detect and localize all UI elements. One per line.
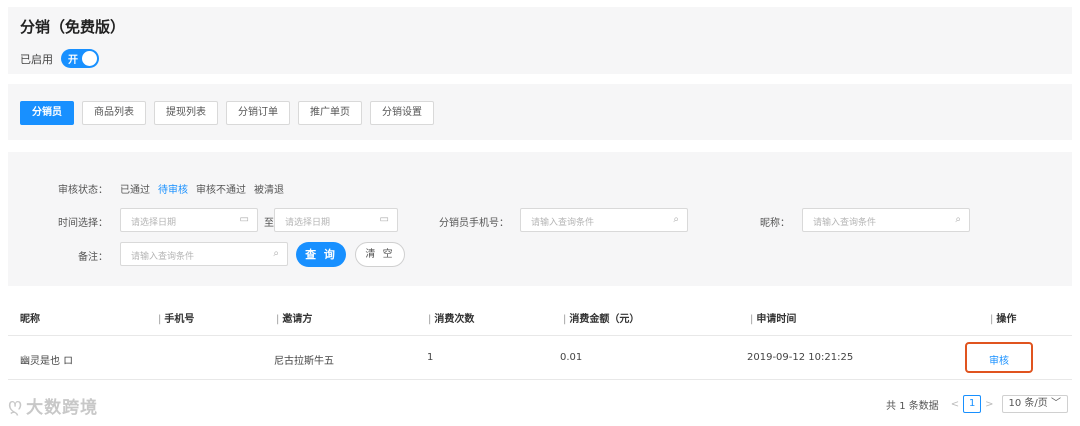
search-icon: ⌕ xyxy=(955,214,961,225)
calendar-icon: ▭ xyxy=(379,214,389,225)
phone-label: 分销员手机号： xyxy=(439,218,509,229)
nickname-input[interactable]: 请输入查询条件 ⌕ xyxy=(802,208,970,232)
note-placeholder: 请输入查询条件 xyxy=(131,252,195,262)
tab-distributors[interactable]: 分销员 xyxy=(20,101,74,125)
next-page-icon[interactable]: > xyxy=(985,399,993,410)
tab-withdrawals[interactable]: 提现列表 xyxy=(154,101,218,125)
column-nickname: 昵称 xyxy=(20,314,40,325)
status-option-removed[interactable]: 被清退 xyxy=(254,181,284,196)
table-row: 幽灵是也 ロ 尼古拉斯牛五 1 0.01 2019-09-12 10:21:25… xyxy=(8,337,1072,380)
review-highlight-box: 审核 xyxy=(965,342,1033,373)
phone-input[interactable]: 请输入查询条件 ⌕ xyxy=(520,208,688,232)
status-option-approved[interactable]: 已通过 xyxy=(120,181,150,196)
column-action: | 操作 xyxy=(990,314,1017,325)
clear-button[interactable]: 清 空 xyxy=(355,242,405,267)
search-icon: ⌕ xyxy=(673,214,679,225)
column-apply-time: | 申请时间 xyxy=(750,314,797,325)
page-size-select[interactable]: 10 条/页 ﹀ xyxy=(1001,395,1068,413)
note-label: 备注： xyxy=(78,252,108,263)
tabs-panel: 分销员 商品列表 提现列表 分销订单 推广单页 分销设置 xyxy=(8,84,1072,140)
tab-orders[interactable]: 分销订单 xyxy=(226,101,290,125)
tab-promo-page[interactable]: 推广单页 xyxy=(298,101,362,125)
cell-apply-time: 2019-09-12 10:21:25 xyxy=(747,352,854,363)
column-amount: | 消费金额（元） xyxy=(563,314,640,325)
prev-page-icon[interactable]: < xyxy=(951,399,959,410)
start-date-placeholder: 请选择日期 xyxy=(131,218,177,228)
enable-switch[interactable]: 开 xyxy=(61,49,99,68)
query-button[interactable]: 查 询 xyxy=(296,242,346,267)
cell-amount: 0.01 xyxy=(560,352,583,363)
review-status-options: 已通过 待审核 审核不通过 被清退 xyxy=(120,181,292,196)
chevron-down-icon: ﹀ xyxy=(1051,398,1061,409)
date-range-separator: 至 xyxy=(264,218,274,229)
filter-panel: 审核状态： 已通过 待审核 审核不通过 被清退 时间选择： 请选择日期 ▭ 至 … xyxy=(8,152,1072,286)
switch-knob xyxy=(82,51,97,66)
review-link[interactable]: 审核 xyxy=(967,352,1031,367)
total-count: 共 1 条数据 xyxy=(886,400,939,412)
cell-inviter: 尼古拉斯牛五 xyxy=(274,356,334,367)
status-label: 已启用 xyxy=(20,52,53,66)
note-input[interactable]: 请输入查询条件 ⌕ xyxy=(120,242,288,266)
column-phone: | 手机号 xyxy=(158,314,195,325)
nickname-label: 昵称： xyxy=(760,218,790,229)
tab-settings[interactable]: 分销设置 xyxy=(370,101,434,125)
logo-icon: ღ xyxy=(8,395,23,416)
phone-placeholder: 请输入查询条件 xyxy=(531,218,595,228)
pagination: 共 1 条数据 < 1 > 10 条/页 ﹀ xyxy=(886,395,1068,413)
brand-logo: ღ 大数跨境 xyxy=(8,393,98,418)
status-row: 已启用 开 xyxy=(20,49,99,68)
cell-count: 1 xyxy=(427,352,434,363)
tab-products[interactable]: 商品列表 xyxy=(82,101,146,125)
time-label: 时间选择： xyxy=(58,218,108,229)
review-status-label: 审核状态： xyxy=(58,185,108,196)
column-inviter: | 邀请方 xyxy=(276,314,313,325)
end-date-placeholder: 请选择日期 xyxy=(285,218,331,228)
cell-nickname: 幽灵是也 ロ xyxy=(20,356,74,367)
table-header: 昵称 | 手机号 | 邀请方 | 消费次数 | 消费金额（元） | 申请时间 | 操作 xyxy=(8,298,1072,336)
end-date-input[interactable]: 请选择日期 ▭ xyxy=(274,208,398,232)
nickname-placeholder: 请输入查询条件 xyxy=(813,218,877,228)
header-panel: 分销（免费版） 已启用 开 xyxy=(8,7,1072,74)
footer: ღ 大数跨境 共 1 条数据 < 1 > 10 条/页 ﹀ xyxy=(0,393,1080,419)
logo-text: 大数跨境 xyxy=(26,398,99,418)
column-count: | 消费次数 xyxy=(428,314,475,325)
status-option-pending[interactable]: 待审核 xyxy=(158,181,188,196)
status-option-rejected[interactable]: 审核不通过 xyxy=(196,181,246,196)
page-number-current[interactable]: 1 xyxy=(963,395,982,413)
page-title: 分销（免费版） xyxy=(20,18,126,36)
tab-bar: 分销员 商品列表 提现列表 分销订单 推广单页 分销设置 xyxy=(20,101,442,125)
switch-text: 开 xyxy=(68,55,78,66)
search-icon: ⌕ xyxy=(273,248,279,259)
start-date-input[interactable]: 请选择日期 ▭ xyxy=(120,208,258,232)
calendar-icon: ▭ xyxy=(239,214,249,225)
